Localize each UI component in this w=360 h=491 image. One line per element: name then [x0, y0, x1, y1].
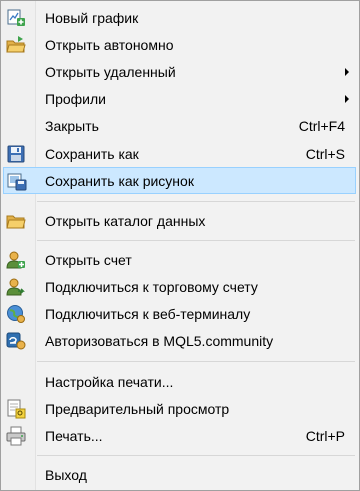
menu-item-open-data-folder[interactable]: Открыть каталог данных — [2, 208, 357, 233]
menu-item-label: Сохранить как рисунок — [45, 173, 194, 189]
menu-item-save-as-picture[interactable]: Сохранить как рисунок — [3, 167, 356, 194]
menu-separator — [37, 455, 355, 456]
menu-item-open-account[interactable]: Открыть счет — [2, 247, 357, 272]
submenu-arrow-icon — [345, 95, 349, 103]
menu-item-open-remote[interactable]: Открыть удаленный — [2, 59, 357, 84]
menu-item-label: Выход — [45, 467, 87, 483]
menu-item-open-offline[interactable]: Открыть автономно — [2, 32, 357, 57]
menu-item-label: Открыть удаленный — [45, 64, 176, 80]
menu-item-label: Новый график — [45, 10, 139, 26]
menu-item-label: Настройка печати... — [45, 374, 174, 390]
print-preview-icon — [6, 399, 26, 419]
menu-separator — [37, 201, 355, 202]
menu-item-label: Подключиться к торговому счету — [45, 279, 258, 295]
menu-item-label: Предварительный просмотр — [45, 401, 230, 417]
menu-item-close[interactable]: Закрыть Ctrl+F4 — [2, 113, 357, 138]
menu-item-shortcut: Ctrl+F4 — [298, 118, 345, 134]
menu-item-connect-web-terminal[interactable]: Подключиться к веб-терминалу — [2, 301, 357, 326]
menu-item-exit[interactable]: Выход — [2, 462, 357, 487]
menu-item-label: Профили — [45, 91, 106, 107]
menu-item-label: Открыть автономно — [45, 37, 174, 53]
menu-item-label: Печать... — [45, 428, 103, 444]
menu-item-label: Открыть счет — [45, 252, 132, 268]
open-account-icon — [6, 250, 26, 270]
save-disk-icon — [6, 144, 26, 164]
menu-item-new-chart[interactable]: Новый график — [2, 5, 357, 30]
file-menu: Новый график Открыть автономно Открыть у… — [0, 0, 360, 491]
menu-separator — [37, 361, 355, 362]
menu-item-login-mql5-community[interactable]: Авторизоваться в MQL5.community — [2, 328, 357, 353]
menu-item-print-setup[interactable]: Настройка печати... — [2, 369, 357, 394]
menu-item-shortcut: Ctrl+P — [305, 428, 345, 444]
mql5-community-icon — [6, 331, 26, 351]
menu-item-label: Сохранить как — [45, 146, 139, 162]
open-folder-icon — [6, 35, 26, 55]
menu-item-profiles[interactable]: Профили — [2, 86, 357, 111]
menu-item-print-preview[interactable]: Предварительный просмотр — [2, 396, 357, 421]
web-terminal-globe-icon — [6, 304, 26, 324]
menu-item-label: Авторизоваться в MQL5.community — [45, 333, 274, 349]
new-chart-icon — [6, 8, 26, 28]
menu-separator — [37, 240, 355, 241]
menu-item-connect-trade-account[interactable]: Подключиться к торговому счету — [2, 274, 357, 299]
menu-item-label: Подключиться к веб-терминалу — [45, 306, 251, 322]
menu-item-print[interactable]: Печать... Ctrl+P — [2, 423, 357, 448]
menu-item-label: Закрыть — [45, 118, 99, 134]
data-folder-icon — [6, 211, 26, 231]
submenu-arrow-icon — [345, 68, 349, 76]
connect-account-icon — [6, 277, 26, 297]
menu-item-shortcut: Ctrl+S — [305, 146, 345, 162]
menu-item-label: Открыть каталог данных — [45, 213, 206, 229]
menu-item-save-as[interactable]: Сохранить как Ctrl+S — [2, 141, 357, 166]
save-picture-icon — [7, 171, 27, 191]
printer-icon — [6, 426, 26, 446]
